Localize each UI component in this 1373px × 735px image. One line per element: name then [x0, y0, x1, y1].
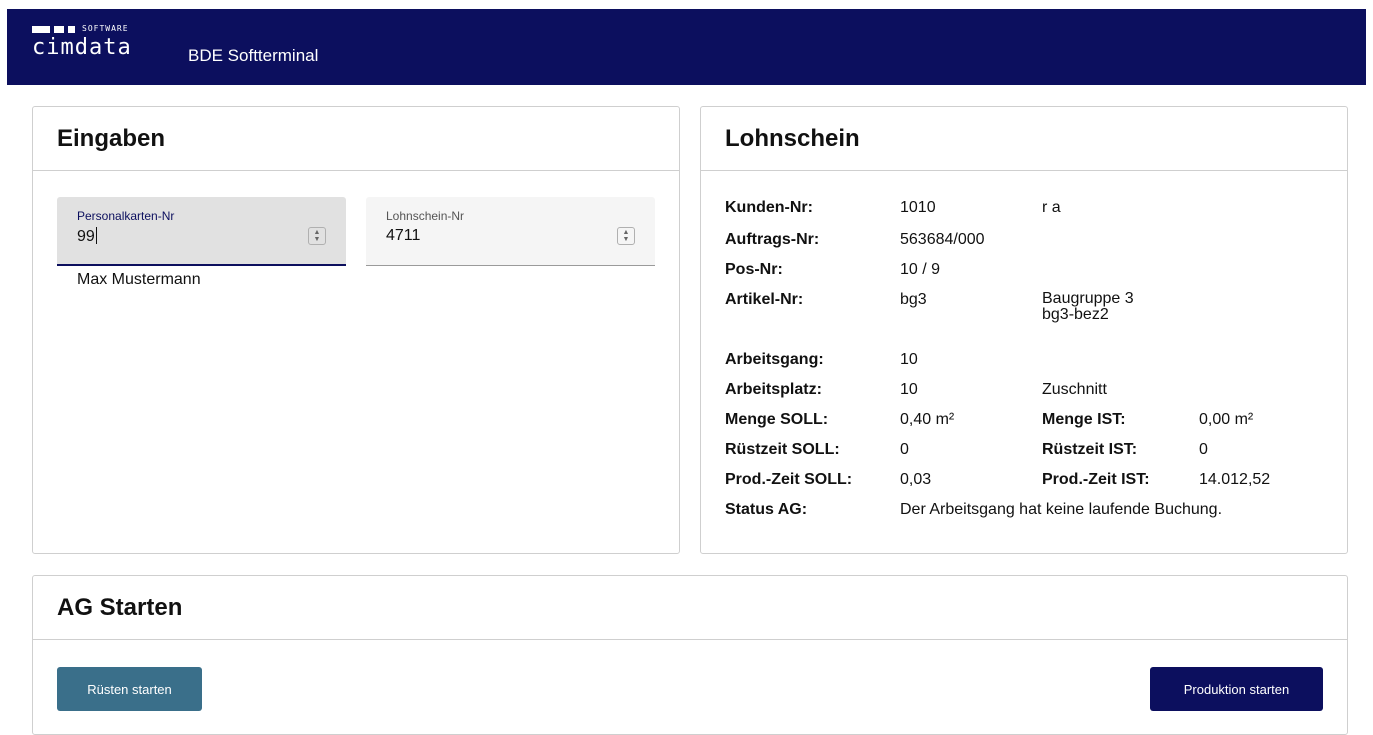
ag-starten-header: AG Starten [33, 576, 1347, 640]
logo-block-icon [68, 25, 75, 33]
auftrags-nr-value: 563684/000 [900, 231, 985, 248]
cimdata-logo: SOFTWARE cimdata [32, 25, 172, 67]
app-title: BDE Softterminal [188, 46, 319, 65]
pos-nr-label: Pos-Nr: [725, 261, 783, 278]
ruesten-starten-button[interactable]: Rüsten starten [57, 667, 202, 711]
artikel-nr-label: Artikel-Nr: [725, 291, 804, 308]
ruestzeit-ist-value: 0 [1199, 441, 1208, 458]
ag-starten-card: AG Starten Rüsten starten Produktion sta… [32, 575, 1348, 735]
lohnschein-card-title: Lohnschein [725, 124, 860, 152]
arbeitsgang-value: 10 [900, 351, 918, 368]
menge-soll-value: 0,40 m² [900, 411, 955, 428]
lohnschein-card-header: Lohnschein [701, 107, 1347, 171]
ruestzeit-soll-label: Rüstzeit SOLL: [725, 441, 840, 458]
chevron-down-icon: ▼ [313, 236, 321, 243]
pos-nr-value: 10 / 9 [900, 261, 941, 278]
artikel-description: Baugruppe 3 bg3-bez2 [1042, 291, 1134, 323]
kunden-nr-label: Kunden-Nr: [725, 199, 813, 216]
chevron-down-icon: ▼ [622, 236, 630, 243]
lohnschein-input[interactable]: 4711 [386, 227, 606, 245]
ruestzeit-soll-value: 0 [900, 441, 909, 458]
lohnschein-card: Lohnschein Kunden-Nr: 1010 r a Auftrags-… [700, 106, 1348, 554]
logo-wordmark: cimdata [32, 35, 132, 60]
inputs-card-header: Eingaben [33, 107, 679, 171]
spinner-icon[interactable]: ▲ ▼ [617, 227, 635, 245]
chevron-up-icon: ▲ [313, 229, 321, 236]
lohnschein-field[interactable]: Lohnschein-Nr 4711 ▲ ▼ [366, 197, 655, 266]
prodzeit-ist-value: 14.012,52 [1199, 471, 1271, 488]
prodzeit-soll-label: Prod.-Zeit SOLL: [725, 471, 853, 488]
menge-ist-value: 0,00 m² [1199, 411, 1254, 428]
ruestzeit-ist-label: Rüstzeit IST: [1042, 441, 1138, 458]
chevron-up-icon: ▲ [622, 229, 630, 236]
app-header: SOFTWARE cimdata BDE Softterminal [7, 9, 1366, 85]
text-caret [95, 227, 97, 244]
artikel-bez2: bg3-bez2 [1042, 306, 1109, 323]
personalkarten-input[interactable]: 99 [77, 227, 297, 246]
status-ag-value: Der Arbeitsgang hat keine laufende Buchu… [900, 501, 1223, 518]
auftrags-nr-label: Auftrags-Nr: [725, 231, 820, 248]
prodzeit-soll-value: 0,03 [900, 471, 932, 488]
produktion-starten-button[interactable]: Produktion starten [1150, 667, 1323, 711]
logo-tagline: SOFTWARE [82, 24, 129, 33]
logo-block-icon [32, 25, 50, 33]
prodzeit-ist-label: Prod.-Zeit IST: [1042, 471, 1150, 488]
status-ag-label: Status AG: [725, 501, 808, 518]
arbeitsplatz-name: Zuschnitt [1042, 381, 1107, 398]
person-name: Max Mustermann [77, 271, 201, 288]
personalkarten-field[interactable]: Personalkarten-Nr 99 ▲ ▼ [57, 197, 346, 266]
artikel-bez1: Baugruppe 3 [1042, 290, 1134, 307]
arbeitsplatz-label: Arbeitsplatz: [725, 381, 822, 398]
inputs-card-title: Eingaben [57, 124, 166, 152]
logo-block-icon [54, 25, 64, 33]
arbeitsplatz-value: 10 [900, 381, 918, 398]
kunden-nr-value: 1010 [900, 199, 936, 216]
lohnschein-label: Lohnschein-Nr [386, 209, 465, 223]
arbeitsgang-label: Arbeitsgang: [725, 351, 824, 368]
menge-soll-label: Menge SOLL: [725, 411, 829, 428]
personalkarten-value: 99 [77, 228, 95, 245]
artikel-nr-value: bg3 [900, 291, 927, 308]
ag-starten-title: AG Starten [57, 593, 183, 621]
inputs-card: Eingaben Personalkarten-Nr 99 ▲ ▼ Lohnsc… [32, 106, 680, 554]
spinner-icon[interactable]: ▲ ▼ [308, 227, 326, 245]
kunden-name: r a [1042, 199, 1061, 216]
personalkarten-label: Personalkarten-Nr [77, 209, 175, 223]
menge-ist-label: Menge IST: [1042, 411, 1126, 428]
